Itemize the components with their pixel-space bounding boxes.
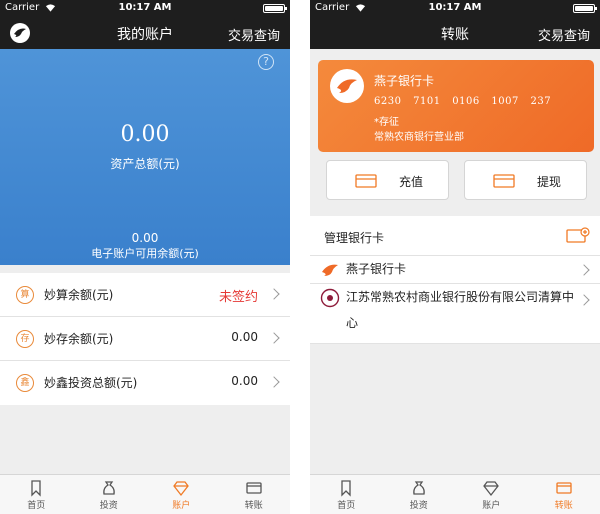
transfer-screen: Carrier 10:17 AM 转账 交易查询 燕子银行卡 6230 7101…: [310, 0, 600, 514]
account-list: 算 妙算余额(元) 未签约 存 妙存余额(元) 0.00 鑫 妙鑫投资总额(元)…: [0, 273, 290, 405]
swallow-bank-icon: [322, 264, 338, 276]
transaction-query-button[interactable]: 交易查询: [538, 25, 590, 44]
tab-account[interactable]: 账户: [145, 475, 218, 514]
tab-transfer[interactable]: 转账: [528, 475, 600, 514]
available-balance-label: 电子账户可用余额(元): [91, 247, 199, 260]
battery-icon: [263, 4, 287, 13]
money-bag-icon: [412, 481, 425, 495]
card-icon: [246, 482, 262, 494]
transaction-query-button[interactable]: 交易查询: [228, 25, 280, 44]
tab-account[interactable]: 账户: [455, 475, 528, 514]
card-holder: *存征: [374, 117, 399, 128]
swallow-logo-icon: [330, 69, 364, 103]
bank-name: 燕子银行卡: [346, 262, 407, 276]
available-balance-value: 0.00: [131, 231, 159, 245]
account-row-miaosuan[interactable]: 算 妙算余额(元) 未签约: [0, 273, 290, 317]
tab-label: 账户: [172, 501, 191, 511]
miaosuan-badge-icon: 算: [16, 286, 34, 304]
manage-cards-title: 管理银行卡: [324, 231, 385, 245]
status-bar: Carrier 10:17 AM: [0, 0, 290, 17]
withdraw-card-icon: [493, 174, 515, 188]
tab-invest[interactable]: 投资: [383, 475, 456, 514]
tab-label: 投资: [409, 501, 428, 511]
withdraw-label: 提现: [537, 175, 562, 189]
status-time: 10:17 AM: [428, 2, 482, 13]
chevron-right-icon: [268, 288, 280, 300]
tab-label: 转账: [554, 501, 573, 511]
tab-transfer[interactable]: 转账: [218, 475, 291, 514]
manage-cards-section: 管理银行卡 燕子银行卡 江苏常熟农村商业银行股份有限公司清算中心: [310, 216, 600, 344]
screenshot-canvas: Carrier 10:17 AM 我的账户 交易查询 ? 0.00 资产总额(元…: [0, 0, 600, 514]
total-assets-value: 0.00: [120, 122, 170, 147]
tab-label: 首页: [27, 501, 46, 511]
bookmark-icon: [341, 480, 351, 497]
recharge-card-icon: [355, 174, 377, 188]
account-name: 妙鑫投资总额(元): [44, 376, 138, 390]
nav-bar: 转账 交易查询: [310, 17, 600, 49]
battery-icon: [573, 4, 597, 13]
manage-cards-header: 管理银行卡: [310, 216, 600, 256]
rural-bank-icon: [320, 288, 340, 308]
total-assets-label: 资产总额(元): [110, 157, 180, 171]
bank-row[interactable]: 燕子银行卡: [310, 256, 600, 284]
diamond-icon: [173, 481, 190, 497]
account-name: 妙算余额(元): [44, 288, 114, 302]
withdraw-button[interactable]: 提现: [464, 160, 587, 200]
tab-label: 账户: [482, 501, 501, 511]
tab-invest[interactable]: 投资: [73, 475, 146, 514]
money-bag-icon: [102, 481, 115, 495]
account-value: 0.00: [231, 330, 258, 344]
chevron-right-icon: [268, 332, 280, 344]
card-icon: [556, 482, 572, 494]
asset-summary-panel: ? 0.00 资产总额(元) 0.00 电子账户可用余额(元): [0, 49, 290, 265]
tab-bar: 首页 投资 账户 转账: [310, 474, 600, 514]
account-row-miaocun[interactable]: 存 妙存余额(元) 0.00: [0, 317, 290, 361]
account-row-miaoxin[interactable]: 鑫 妙鑫投资总额(元) 0.00: [0, 361, 290, 405]
add-card-icon[interactable]: [566, 227, 590, 245]
status-bar: Carrier 10:17 AM: [310, 0, 600, 17]
bookmark-icon: [31, 480, 41, 497]
tab-home[interactable]: 首页: [310, 475, 383, 514]
nav-bar: 我的账户 交易查询: [0, 17, 290, 49]
bank-name: 江苏常熟农村商业银行股份有限公司清算中心: [346, 290, 575, 330]
recharge-button[interactable]: 充值: [326, 160, 449, 200]
account-name: 妙存余额(元): [44, 332, 114, 346]
bank-card[interactable]: 燕子银行卡 6230 7101 0106 1007 237 *存征 常熟农商银行…: [318, 60, 594, 152]
card-bank-name: 燕子银行卡: [374, 74, 435, 88]
card-branch: 常熟农商银行营业部: [374, 132, 464, 143]
chevron-right-icon: [268, 376, 280, 388]
miaoxin-badge-icon: 鑫: [16, 374, 34, 392]
account-value: 未签约: [218, 290, 258, 305]
account-screen: Carrier 10:17 AM 我的账户 交易查询 ? 0.00 资产总额(元…: [0, 0, 290, 514]
diamond-icon: [483, 481, 500, 497]
recharge-label: 充值: [399, 175, 424, 189]
card-number: 6230 7101 0106 1007 237: [374, 96, 552, 107]
tab-label: 转账: [244, 501, 263, 511]
bank-row[interactable]: 江苏常熟农村商业银行股份有限公司清算中心: [310, 284, 600, 344]
miaocun-badge-icon: 存: [16, 330, 34, 348]
tab-home[interactable]: 首页: [0, 475, 73, 514]
status-time: 10:17 AM: [118, 2, 172, 13]
tab-label: 首页: [337, 501, 356, 511]
account-value: 0.00: [231, 374, 258, 388]
help-icon[interactable]: ?: [258, 54, 274, 70]
tab-bar: 首页 投资 账户 转账: [0, 474, 290, 514]
tab-label: 投资: [99, 501, 118, 511]
